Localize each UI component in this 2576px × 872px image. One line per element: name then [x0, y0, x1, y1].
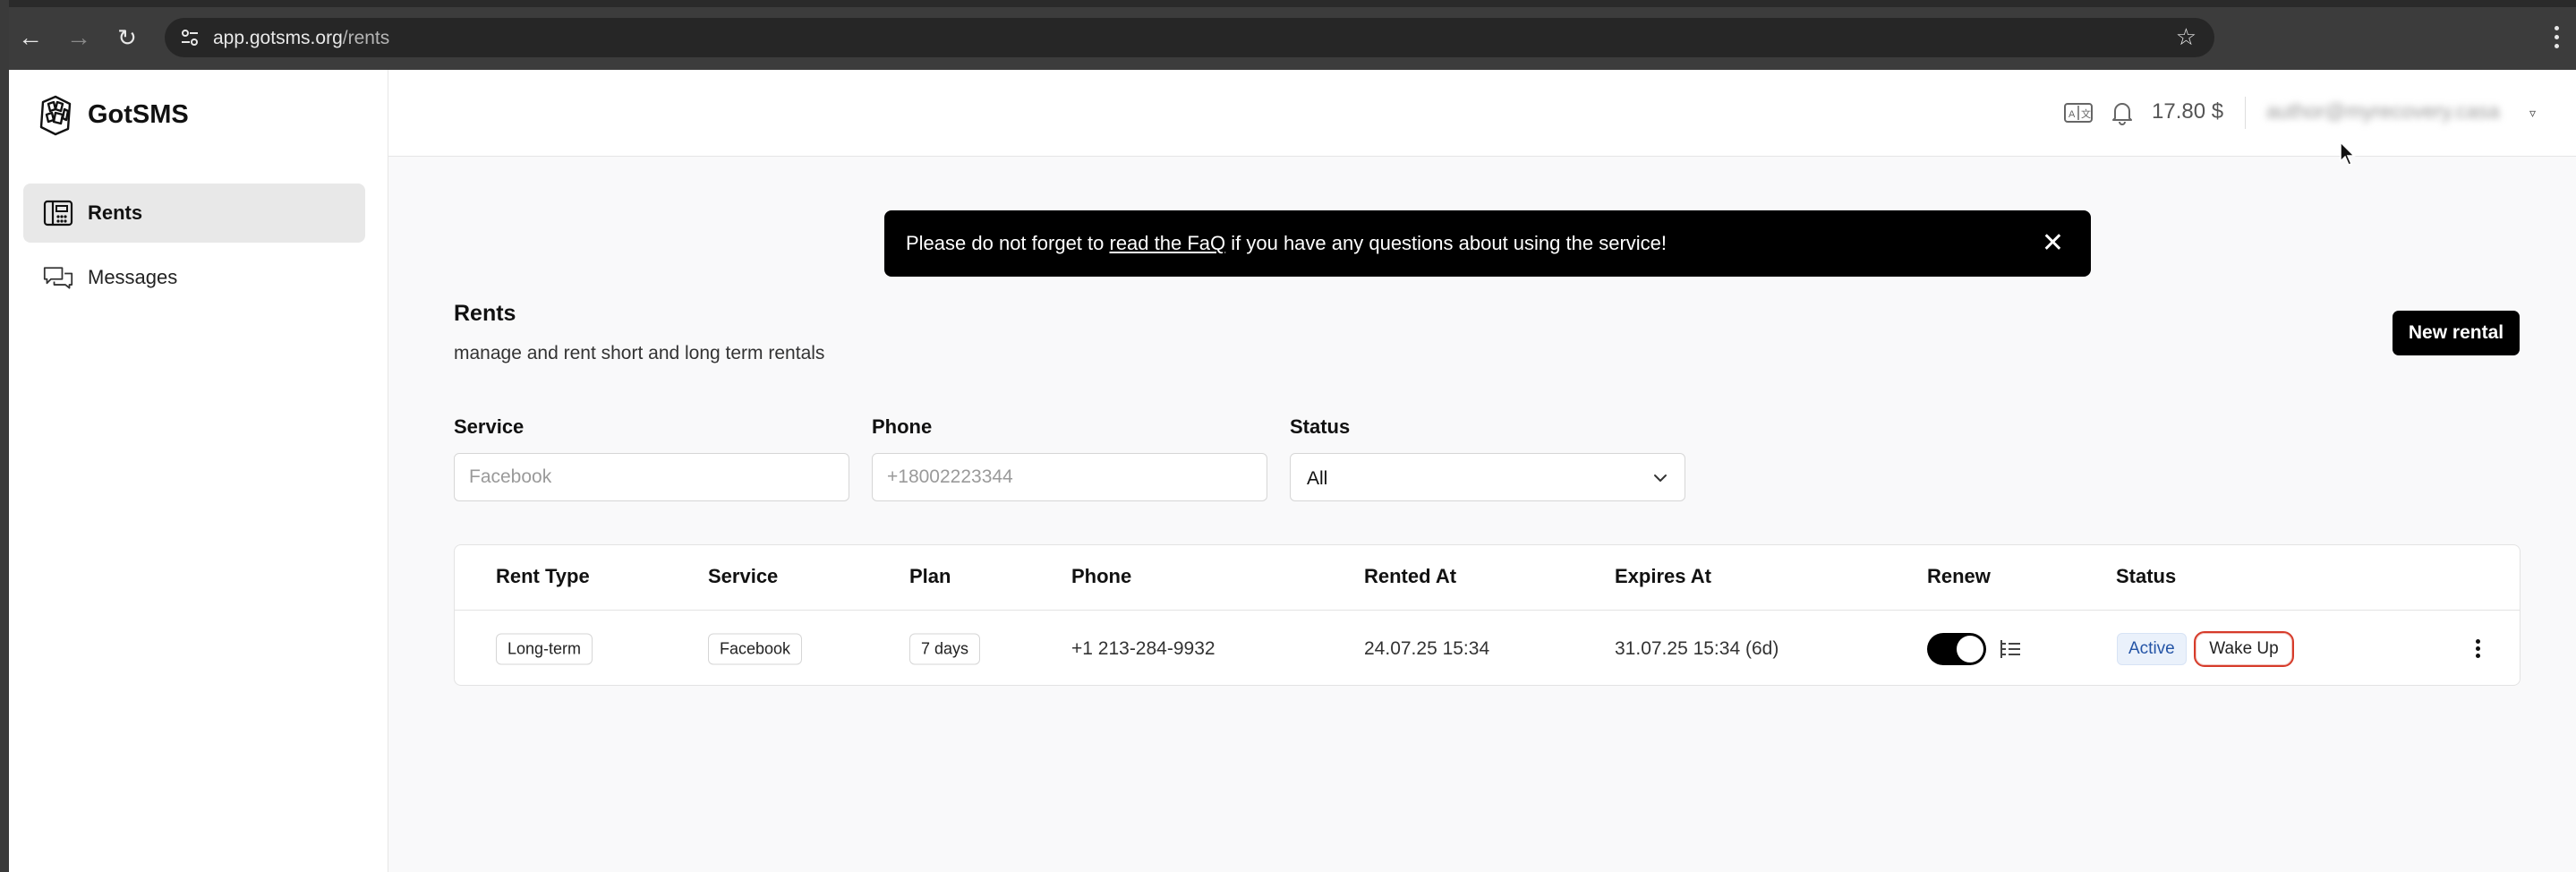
faq-notice-banner: Please do not forget to read the FaQ if … [884, 210, 2091, 277]
bookmark-star-icon[interactable]: ☆ [2176, 23, 2196, 51]
service-chip: Facebook [708, 633, 803, 665]
sidebar-item-messages[interactable]: Messages [23, 248, 365, 307]
rented-at: 24.07.25 15:34 [1364, 638, 1490, 659]
url-text[interactable]: app.gotsms.org/rents [213, 28, 389, 49]
status-filter-select[interactable]: All [1290, 453, 1685, 501]
translate-icon[interactable]: A 文 [2064, 102, 2093, 124]
column-header-rented-at: Rented At [1364, 565, 1457, 587]
status-filter-value: All [1307, 468, 1328, 489]
gotsms-logo-icon [39, 95, 72, 136]
back-icon[interactable]: ← [14, 21, 47, 54]
sidebar: GotSMS Rents Messages [9, 70, 388, 872]
page-title: Rents [454, 301, 516, 326]
brand-name: GotSMS [88, 99, 189, 129]
renew-settings-icon[interactable] [1999, 638, 2022, 660]
user-menu-caret-icon[interactable]: ▿ [2529, 106, 2536, 121]
wake-up-button[interactable]: Wake Up [2194, 631, 2294, 667]
messages-icon [43, 267, 73, 289]
header-divider [2245, 97, 2246, 129]
window-edge [0, 0, 9, 872]
new-rental-button[interactable]: New rental [2393, 311, 2520, 355]
sidebar-item-label: Messages [88, 266, 178, 288]
column-header-rent-type: Rent Type [496, 565, 590, 587]
mouse-cursor-icon [2340, 141, 2356, 166]
rents-table: Rent Type Service Plan Phone Rented At E… [454, 544, 2521, 686]
row-actions-kebab-icon[interactable] [2472, 637, 2483, 663]
bell-icon[interactable] [2111, 100, 2134, 125]
banner-text-before: Please do not forget to [906, 232, 1110, 254]
banner-text-after: if you have any questions about using th… [1225, 232, 1668, 254]
sidebar-item-label: Rents [88, 201, 143, 224]
reload-icon[interactable]: ↻ [111, 21, 143, 54]
column-header-expires-at: Expires At [1615, 565, 1712, 587]
phone-number: +1 213-284-9932 [1071, 638, 1215, 659]
app-header: A 文 17.80 $ author@myrecovery.casa ▿ [388, 70, 2576, 157]
address-bar[interactable]: app.gotsms.org/rents ☆ [165, 18, 2214, 57]
renew-toggle-knob [1957, 636, 1983, 663]
browser-toolbar: ← → ↻ app.gotsms.org/rents ☆ [0, 0, 2576, 70]
brand[interactable]: GotSMS [36, 93, 189, 136]
expires-at: 31.07.25 15:34 (6d) [1615, 638, 1779, 659]
table-header-divider [455, 610, 2520, 611]
column-header-status: Status [2116, 565, 2177, 587]
close-icon[interactable]: ✕ [2042, 228, 2064, 259]
service-filter-label: Service [454, 415, 525, 438]
url-host: app.gotsms.org [213, 28, 343, 48]
column-header-phone: Phone [1071, 565, 1132, 587]
url-path: /rents [342, 28, 390, 48]
forward-icon[interactable]: → [63, 21, 95, 54]
faq-link[interactable]: read the FaQ [1110, 232, 1226, 254]
svg-text:文: 文 [2081, 107, 2091, 120]
status-badge: Active [2117, 633, 2187, 665]
renew-toggle[interactable] [1927, 633, 1986, 665]
rent-type-chip: Long-term [496, 633, 593, 665]
column-header-renew: Renew [1927, 565, 1991, 587]
column-header-service: Service [708, 565, 779, 587]
svg-text:A: A [2068, 109, 2076, 120]
column-header-plan: Plan [909, 565, 951, 587]
browser-menu-icon[interactable] [2547, 21, 2565, 54]
site-settings-icon[interactable] [179, 27, 200, 48]
chevron-down-icon [1654, 474, 1667, 482]
plan-chip: 7 days [909, 633, 981, 665]
sidebar-item-rents[interactable]: Rents [23, 184, 365, 243]
phone-filter-label: Phone [872, 415, 933, 438]
status-filter-label: Status [1290, 415, 1351, 438]
balance[interactable]: 17.80 $ [2152, 99, 2223, 124]
banner-text: Please do not forget to read the FaQ if … [906, 232, 1667, 255]
browser-tab-strip [0, 0, 2576, 7]
rents-icon [43, 200, 73, 227]
page-subtitle: manage and rent short and long term rent… [454, 343, 825, 363]
service-filter-input[interactable] [454, 453, 849, 501]
user-email[interactable]: author@myrecovery.casa [2266, 99, 2500, 124]
phone-filter-input[interactable] [872, 453, 1267, 501]
